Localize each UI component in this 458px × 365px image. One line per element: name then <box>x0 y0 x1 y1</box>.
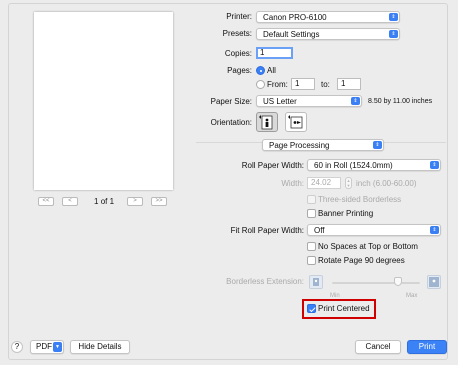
cancel-button[interactable]: Cancel <box>355 340 401 354</box>
print-button[interactable]: Print <box>407 340 447 354</box>
roll-paper-width-label: Roll Paper Width: <box>241 161 304 170</box>
banner-printing-checkbox[interactable] <box>307 209 316 218</box>
paper-dimensions: 8.50 by 11.00 inches <box>368 98 433 105</box>
max-extension-icon <box>427 275 441 289</box>
landscape-icon <box>288 115 303 129</box>
pdf-label: PDF <box>36 342 52 351</box>
width-stepper[interactable]: ▲ ▼ <box>345 177 352 189</box>
page-indicator: 1 of 1 <box>94 197 114 207</box>
rotate-90-checkbox[interactable] <box>307 256 316 265</box>
paper-size-label: Paper Size: <box>210 97 252 106</box>
section-popup[interactable]: Page Processing ⇕ <box>262 139 384 151</box>
borderless-extension-label: Borderless Extension: <box>226 277 304 286</box>
page-current: 1 <box>94 197 99 206</box>
pages-label: Pages: <box>227 66 252 75</box>
orientation-label: Orientation: <box>210 118 252 127</box>
banner-printing-label: Banner Printing <box>318 209 374 218</box>
no-spaces-label: No Spaces at Top or Bottom <box>318 242 418 251</box>
first-page-button[interactable]: << <box>38 197 54 206</box>
pages-from-radio[interactable] <box>256 80 265 89</box>
no-spaces-checkbox[interactable] <box>307 242 316 251</box>
page-preview <box>34 12 173 190</box>
chevron-updown-icon: ⇕ <box>430 161 439 169</box>
print-centered-checkbox[interactable] <box>307 304 316 313</box>
paper-size-value: US Letter <box>263 97 297 106</box>
hide-details-button[interactable]: Hide Details <box>70 340 130 354</box>
pdf-menu-button[interactable]: PDF ▼ <box>30 340 64 354</box>
section-value: Page Processing <box>269 141 330 150</box>
pages-from-label: From: <box>267 80 288 89</box>
max-label: Max <box>406 293 418 299</box>
chevron-updown-icon: ⇕ <box>389 13 398 21</box>
presets-value: Default Settings <box>263 30 320 39</box>
roll-paper-width-popup[interactable]: 60 in Roll (1524.0mm) ⇕ <box>307 159 441 171</box>
portrait-icon <box>259 115 273 130</box>
rotate-90-label: Rotate Page 90 degrees <box>318 256 405 265</box>
chevron-updown-icon: ⇕ <box>430 226 439 234</box>
page-of: of <box>100 197 108 206</box>
chevron-updown-icon: ⇕ <box>389 30 398 38</box>
three-sided-borderless-checkbox[interactable] <box>307 195 316 204</box>
fit-roll-paper-width-popup[interactable]: Off ⇕ <box>307 224 441 236</box>
help-button[interactable]: ? <box>11 341 23 353</box>
paper-size-popup[interactable]: US Letter ⇕ <box>256 95 362 107</box>
fit-roll-paper-width-label: Fit Roll Paper Width: <box>230 226 304 235</box>
pages-all-radio[interactable] <box>256 66 265 75</box>
page-total: 1 <box>109 197 115 206</box>
last-page-button[interactable]: >> <box>151 197 167 206</box>
printer-value: Canon PRO-6100 <box>263 13 327 22</box>
width-field[interactable]: 24.02 <box>307 177 341 189</box>
fit-roll-paper-width-value: Off <box>314 226 325 235</box>
copies-field[interactable]: 1 <box>256 47 293 59</box>
previous-page-button[interactable]: < <box>62 197 78 206</box>
borderless-extension-slider[interactable] <box>394 277 402 286</box>
chevron-updown-icon: ⇕ <box>351 97 360 105</box>
width-unit-range: inch (6.00-60.00) <box>356 179 417 188</box>
next-page-button[interactable]: > <box>127 197 143 206</box>
chevron-updown-icon: ⇕ <box>373 141 382 149</box>
pages-to-field[interactable]: 1 <box>337 78 361 90</box>
print-centered-label: Print Centered <box>318 304 370 313</box>
presets-label: Presets: <box>222 29 252 38</box>
pages-all-label: All <box>267 66 276 75</box>
roll-paper-width-value: 60 in Roll (1524.0mm) <box>314 161 393 170</box>
min-extension-icon <box>309 275 323 289</box>
copies-label: Copies: <box>224 49 252 58</box>
printer-label: Printer: <box>226 12 252 21</box>
pages-to-label: to: <box>321 80 330 89</box>
orientation-landscape-button[interactable] <box>285 112 307 132</box>
presets-popup[interactable]: Default Settings ⇕ <box>256 28 400 40</box>
pages-from-field[interactable]: 1 <box>291 78 315 90</box>
width-label: Width: <box>281 179 304 188</box>
orientation-portrait-button[interactable] <box>256 112 278 132</box>
printer-popup[interactable]: Canon PRO-6100 ⇕ <box>256 11 400 23</box>
three-sided-borderless-label: Three-sided Borderless <box>318 195 402 204</box>
chevron-down-icon: ▼ <box>53 342 62 352</box>
borderless-extension-track <box>332 282 420 284</box>
